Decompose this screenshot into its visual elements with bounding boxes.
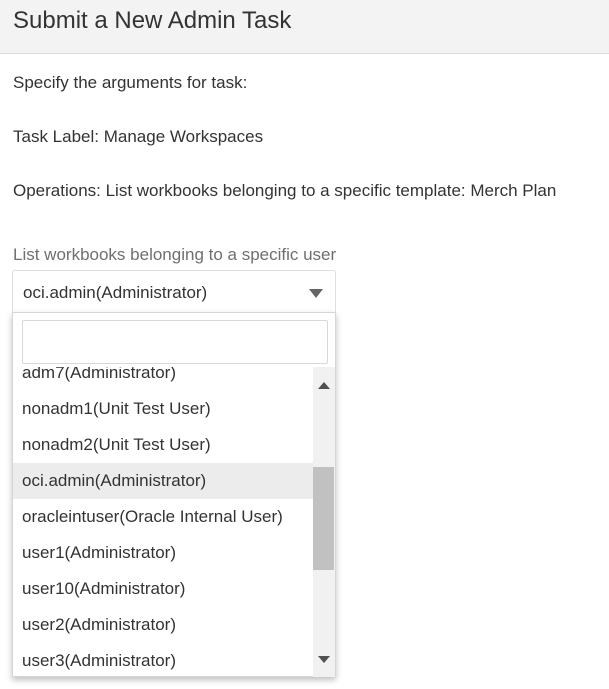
list-item[interactable]: nonadm2(Unit Test User) — [13, 427, 313, 463]
scroll-up-arrow-icon[interactable] — [318, 382, 330, 389]
list-item[interactable]: nonadm1(Unit Test User) — [13, 391, 313, 427]
list-item[interactable]: oracleintuser(Oracle Internal User) — [13, 499, 313, 535]
caret-down-icon[interactable] — [309, 289, 323, 298]
operations-text: Operations: List workbooks belonging to … — [13, 181, 557, 200]
list-item[interactable]: user3(Administrator) — [13, 643, 313, 677]
dialog-header: Submit a New Admin Task — [0, 0, 609, 54]
list-item[interactable]: adm7(Administrator) — [13, 367, 313, 391]
user-select-value: oci.admin(Administrator) — [23, 283, 208, 302]
list-item[interactable]: user1(Administrator) — [13, 535, 313, 571]
task-label-text: Task Label: Manage Workspaces — [13, 127, 264, 146]
user-select[interactable]: oci.admin(Administrator) — [12, 270, 336, 313]
instruction-text: Specify the arguments for task: — [13, 73, 248, 92]
list-item[interactable]: user2(Administrator) — [13, 607, 313, 643]
list-item-selected[interactable]: oci.admin(Administrator) — [13, 463, 313, 499]
user-select-dropdown: adm7(Administrator) nonadm1(Unit Test Us… — [12, 312, 336, 677]
dropdown-options-list: adm7(Administrator) nonadm1(Unit Test Us… — [13, 367, 313, 677]
scrollbar-thumb[interactable] — [313, 467, 334, 570]
page-title: Submit a New Admin Task — [13, 7, 292, 34]
user-select-label: List workbooks belonging to a specific u… — [13, 245, 337, 264]
scroll-down-arrow-icon[interactable] — [318, 656, 330, 663]
dropdown-search-input[interactable] — [22, 320, 328, 364]
dropdown-scrollbar[interactable] — [313, 367, 335, 677]
list-item[interactable]: user10(Administrator) — [13, 571, 313, 607]
